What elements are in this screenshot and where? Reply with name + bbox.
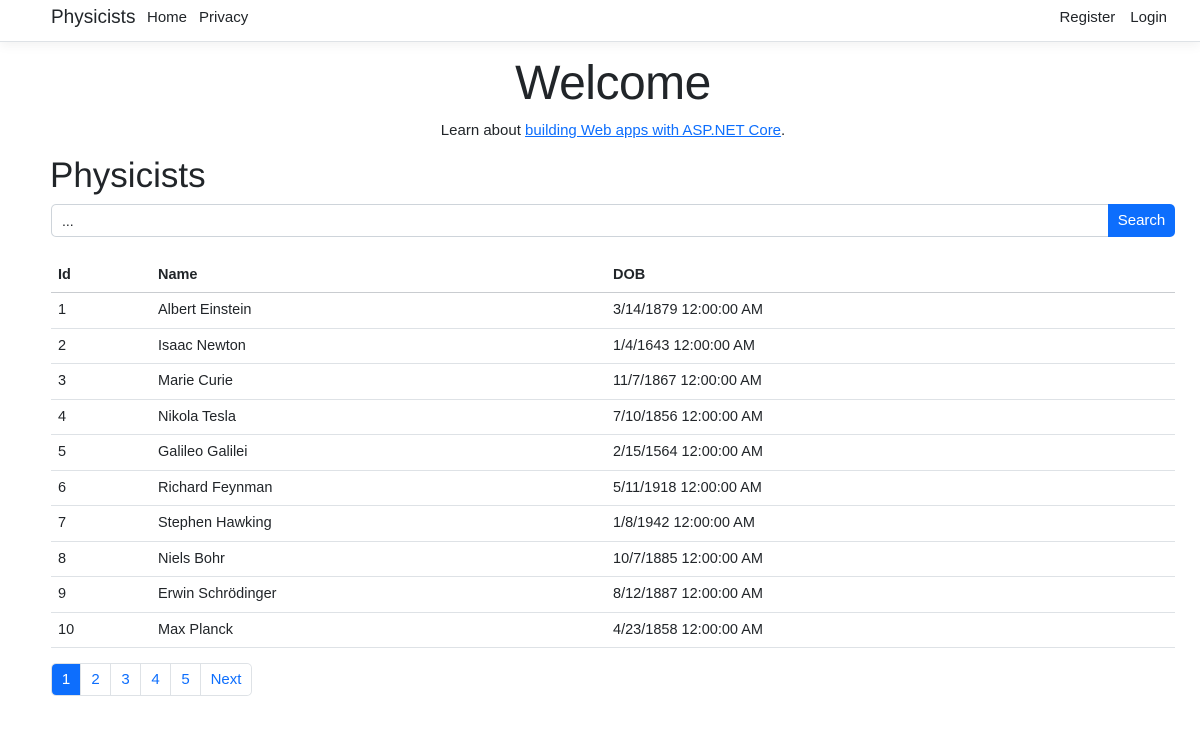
learn-suffix: . (781, 122, 786, 139)
table-row: 8 Niels Bohr 10/7/1885 12:00:00 AM (51, 541, 1175, 577)
table-header-row: Id Name DOB (51, 257, 1175, 293)
table-row: 7 Stephen Hawking 1/8/1942 12:00:00 AM (51, 505, 1175, 542)
search-button[interactable]: Search (1108, 204, 1175, 237)
table-row: 6 Richard Feynman 5/11/1918 12:00:00 AM (51, 470, 1175, 506)
docs-link[interactable]: building Web apps with ASP.NET Core (525, 122, 781, 139)
cell-name: Galileo Galilei (151, 434, 606, 471)
cell-id: 3 (51, 363, 151, 400)
brand-link[interactable]: Physicists (51, 7, 135, 29)
physicists-table: Id Name DOB 1 Albert Einstein 3/14/1879 … (51, 257, 1175, 648)
table-row: 5 Galileo Galilei 2/15/1564 12:00:00 AM (51, 434, 1175, 471)
column-header-name[interactable]: Name (151, 257, 606, 293)
page-title: Physicists (50, 156, 206, 195)
search-input[interactable] (51, 204, 1108, 237)
cell-id: 4 (51, 399, 151, 435)
column-header-dob[interactable]: DOB (606, 257, 1175, 293)
cell-dob: 8/12/1887 12:00:00 AM (606, 576, 1175, 613)
cell-name: Nikola Tesla (151, 399, 606, 435)
cell-dob: 1/8/1942 12:00:00 AM (606, 505, 1175, 542)
cell-dob: 4/23/1858 12:00:00 AM (606, 612, 1175, 648)
next-page-button[interactable]: Next (201, 664, 251, 695)
nav-left-links: Home Privacy (147, 9, 248, 26)
cell-id: 9 (51, 576, 151, 613)
cell-name: Marie Curie (151, 363, 606, 400)
cell-name: Isaac Newton (151, 328, 606, 364)
cell-id: 7 (51, 505, 151, 542)
search-group: Search (51, 204, 1175, 237)
table-row: 10 Max Planck 4/23/1858 12:00:00 AM (51, 612, 1175, 648)
page-3-button[interactable]: 3 (111, 664, 141, 695)
pagination: 1 2 3 4 5 Next (51, 663, 252, 696)
cell-name: Max Planck (151, 612, 606, 648)
cell-name: Richard Feynman (151, 470, 606, 506)
cell-dob: 2/15/1564 12:00:00 AM (606, 434, 1175, 471)
nav-link-privacy[interactable]: Privacy (199, 9, 248, 26)
page-2-button[interactable]: 2 (81, 664, 111, 695)
cell-name: Stephen Hawking (151, 505, 606, 542)
cell-name: Niels Bohr (151, 541, 606, 577)
cell-id: 1 (51, 292, 151, 329)
cell-id: 2 (51, 328, 151, 364)
nav-right-links: Register Login (1059, 9, 1167, 26)
cell-dob: 1/4/1643 12:00:00 AM (606, 328, 1175, 364)
cell-id: 6 (51, 470, 151, 506)
cell-dob: 7/10/1856 12:00:00 AM (606, 399, 1175, 435)
nav-link-login[interactable]: Login (1130, 9, 1167, 26)
table-row: 4 Nikola Tesla 7/10/1856 12:00:00 AM (51, 399, 1175, 435)
table-row: 9 Erwin Schrödinger 8/12/1887 12:00:00 A… (51, 576, 1175, 613)
cell-dob: 11/7/1867 12:00:00 AM (606, 363, 1175, 400)
cell-id: 5 (51, 434, 151, 471)
table-row: 2 Isaac Newton 1/4/1643 12:00:00 AM (51, 328, 1175, 364)
page-4-button[interactable]: 4 (141, 664, 171, 695)
learn-text: Learn about building Web apps with ASP.N… (0, 122, 1200, 139)
learn-prefix: Learn about (440, 122, 526, 139)
welcome-title: Welcome (515, 57, 711, 110)
cell-id: 8 (51, 541, 151, 577)
nav-link-home[interactable]: Home (147, 9, 187, 26)
cell-dob: 5/11/1918 12:00:00 AM (606, 470, 1175, 506)
page-5-button[interactable]: 5 (171, 664, 201, 695)
cell-name: Erwin Schrödinger (151, 576, 606, 613)
cell-dob: 10/7/1885 12:00:00 AM (606, 541, 1175, 577)
top-navbar: Physicists Home Privacy Register Login (0, 0, 1200, 42)
page-1-button[interactable]: 1 (52, 664, 81, 695)
table-row: 3 Marie Curie 11/7/1867 12:00:00 AM (51, 363, 1175, 400)
column-header-id[interactable]: Id (51, 257, 151, 293)
cell-dob: 3/14/1879 12:00:00 AM (606, 292, 1175, 329)
cell-id: 10 (51, 612, 151, 648)
cell-name: Albert Einstein (151, 292, 606, 329)
nav-link-register[interactable]: Register (1059, 9, 1115, 26)
table-row: 1 Albert Einstein 3/14/1879 12:00:00 AM (51, 292, 1175, 329)
